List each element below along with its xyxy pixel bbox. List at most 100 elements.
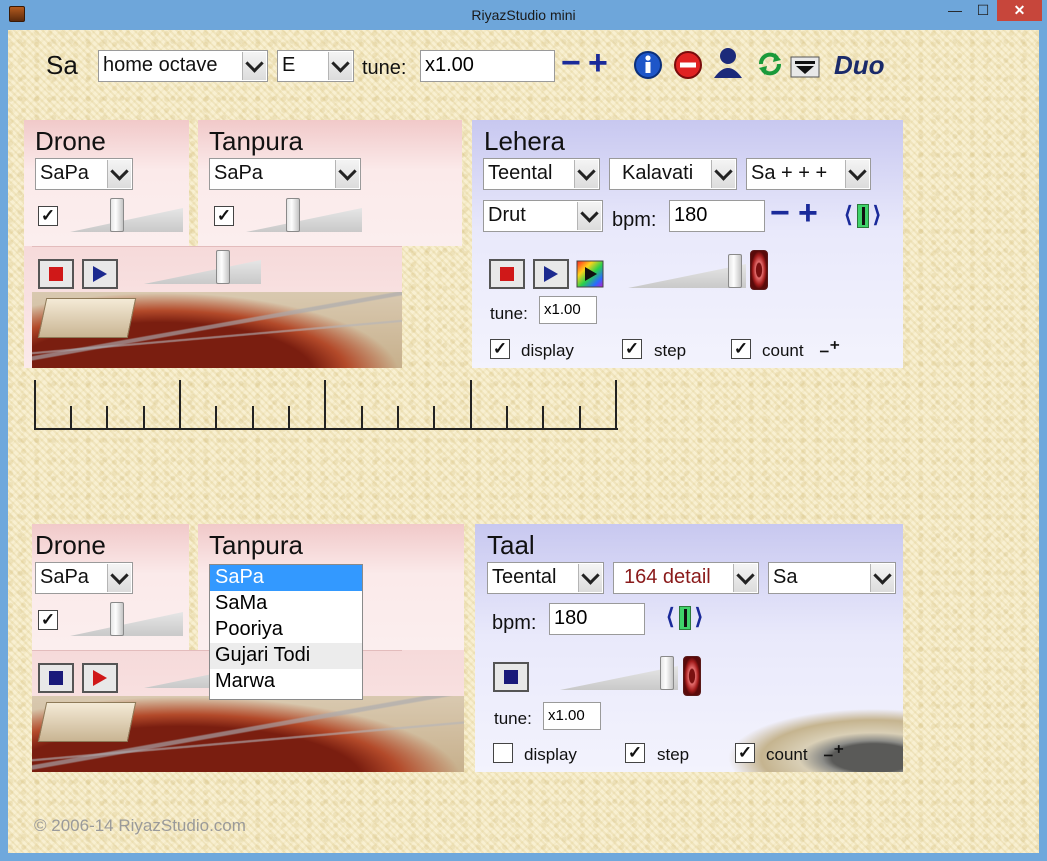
lehera-play-button[interactable] [533, 259, 569, 289]
taal-select[interactable]: Teental [487, 562, 604, 594]
tune-input[interactable]: x1.00 [420, 50, 555, 82]
chevron-down-icon[interactable] [107, 564, 131, 592]
drone-enable-checkbox[interactable]: ✓ [38, 206, 58, 226]
taal-count-label: count [766, 745, 808, 764]
refresh-icon[interactable] [757, 51, 783, 77]
lehera-tune-label: tune: [490, 304, 528, 323]
lehera-bpm-minus-button[interactable]: − [770, 196, 790, 230]
lower-drone-preset-select[interactable]: SaPa [35, 562, 133, 594]
taal-bpm-label: bpm: [492, 612, 537, 634]
lower-drone-volume-slider[interactable] [70, 602, 183, 638]
ruler-tick [252, 406, 254, 430]
taal-count-checkbox[interactable]: ✓ [735, 743, 755, 763]
chevron-down-icon[interactable] [107, 160, 131, 188]
client-area: Sa home octave E tune: x1.00 − + Duo Dro… [8, 30, 1039, 853]
tune-label: tune: [362, 57, 407, 79]
chevron-down-icon[interactable] [577, 202, 601, 230]
tanpura-enable-checkbox[interactable]: ✓ [214, 206, 234, 226]
chevron-down-icon[interactable] [578, 564, 602, 592]
chevron-down-icon[interactable] [242, 52, 266, 80]
lower-stop-button[interactable] [38, 663, 74, 693]
duo-button[interactable]: Duo [834, 50, 885, 81]
maximize-button[interactable]: ☐ [969, 0, 997, 21]
drone-preset-select[interactable]: SaPa [35, 158, 133, 190]
tanpura-preset-select[interactable]: SaPa [209, 158, 361, 190]
taal-tempo-indicator[interactable]: ⟨ ⟩ [666, 604, 703, 631]
color-play-icon[interactable] [576, 260, 604, 288]
lehera-laya-select[interactable]: Drut [483, 200, 603, 232]
lehera-count-checkbox[interactable]: ✓ [731, 339, 751, 359]
lower-tanpura-bridge-image [37, 702, 137, 742]
close-button[interactable]: ✕ [997, 0, 1042, 21]
lehera-taal-select[interactable]: Teental [483, 158, 600, 190]
stop-icon [500, 267, 514, 281]
play-button[interactable] [82, 259, 118, 289]
chevron-down-icon[interactable] [870, 564, 894, 592]
taal-stop-button[interactable] [493, 662, 529, 692]
chevron-down-icon[interactable] [845, 160, 869, 188]
ruler-tick [361, 406, 363, 430]
ruler-tick [179, 380, 181, 430]
chevron-down-icon[interactable] [711, 160, 735, 188]
count-adjust-icon[interactable]: ₋⁺ [823, 740, 844, 765]
window-title: RiyazStudio mini [471, 7, 576, 23]
key-select[interactable]: E [277, 50, 354, 82]
lehera-bpm-plus-button[interactable]: + [798, 196, 818, 230]
taal-pitch-select[interactable]: Sa [768, 562, 896, 594]
lehera-laya-value: Drut [488, 204, 526, 226]
ruler-tick [70, 406, 72, 430]
list-item[interactable]: Marwa [210, 669, 362, 695]
stop-button[interactable] [38, 259, 74, 289]
stop-sign-icon[interactable] [673, 50, 703, 80]
lehera-stop-button[interactable] [489, 259, 525, 289]
list-item[interactable]: Pooriya [210, 617, 362, 643]
ruler-tick [397, 406, 399, 430]
tanpura-title: Tanpura [209, 126, 303, 156]
taal-detail-select[interactable]: 164 detail [613, 562, 759, 594]
taal-title: Taal [487, 530, 535, 560]
taal-tune-input[interactable]: x1.00 [543, 702, 601, 730]
list-item[interactable]: Gujari Todi [210, 643, 362, 669]
user-icon[interactable] [712, 46, 744, 80]
tanpura-preset-listbox[interactable]: SaPa SaMa Pooriya Gujari Todi Marwa [209, 564, 363, 700]
lehera-raag-select[interactable]: Kalavati [609, 158, 737, 190]
lehera-bpm-label: bpm: [612, 209, 657, 231]
drone-volume-slider[interactable] [70, 198, 183, 234]
ruler-tick [288, 406, 290, 430]
lehera-pitch-select[interactable]: Sa + + + [746, 158, 871, 190]
dropdown-menu-icon[interactable] [790, 56, 820, 78]
lehera-step-label: step [654, 341, 687, 360]
chevron-down-icon[interactable] [574, 160, 598, 188]
lehera-pitch-value: Sa + + + [751, 162, 828, 184]
speaker-icon [683, 656, 701, 696]
count-adjust-icon[interactable]: ₋⁺ [819, 336, 840, 361]
taal-display-checkbox[interactable] [493, 743, 513, 763]
ruler-tick [615, 380, 617, 430]
chevron-down-icon[interactable] [328, 52, 352, 80]
master-volume-slider[interactable] [144, 250, 261, 286]
chevron-down-icon[interactable] [335, 160, 359, 188]
tanpura-volume-slider[interactable] [246, 198, 362, 234]
lehera-bpm-input[interactable]: 180 [669, 200, 765, 232]
speaker-icon [750, 250, 768, 290]
list-item[interactable]: SaPa [210, 565, 362, 591]
lower-drone-enable-checkbox[interactable]: ✓ [38, 610, 58, 630]
lehera-tempo-indicator[interactable]: ⟨ ⟩ [844, 202, 881, 229]
lower-play-button[interactable] [82, 663, 118, 693]
tune-minus-button[interactable]: − [561, 46, 581, 80]
info-icon[interactable] [633, 50, 663, 80]
taal-step-checkbox[interactable]: ✓ [625, 743, 645, 763]
lehera-tune-input[interactable]: x1.00 [539, 296, 597, 324]
tune-plus-button[interactable]: + [588, 46, 608, 80]
lehera-step-checkbox[interactable]: ✓ [622, 339, 642, 359]
lehera-volume-slider[interactable] [628, 254, 746, 290]
taal-volume-slider[interactable] [560, 656, 678, 692]
taal-bpm-input[interactable]: 180 [549, 603, 645, 635]
title-bar: RiyazStudio mini — ☐ ✕ [0, 0, 1047, 30]
lehera-display-checkbox[interactable]: ✓ [490, 339, 510, 359]
ruler-tick [433, 406, 435, 430]
list-item[interactable]: SaMa [210, 591, 362, 617]
chevron-down-icon[interactable] [733, 564, 757, 592]
minimize-button[interactable]: — [941, 0, 969, 21]
octave-select[interactable]: home octave [98, 50, 268, 82]
